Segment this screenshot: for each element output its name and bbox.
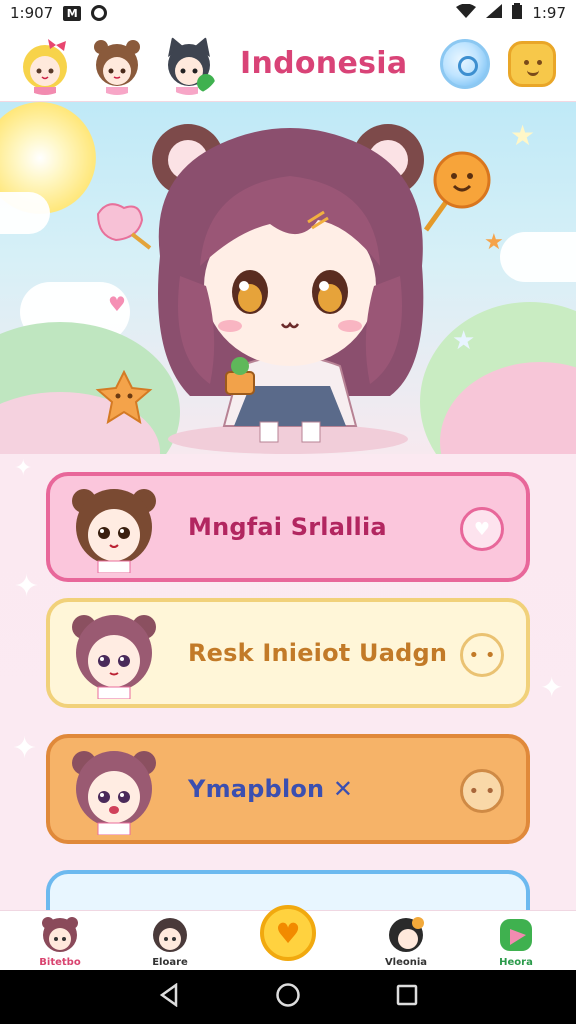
cloud-decoration [0, 192, 50, 234]
list-item[interactable] [46, 870, 530, 910]
girl-face-icon [150, 915, 190, 955]
app-title: Indonesia [240, 46, 408, 81]
list-item[interactable]: Ymapblon ✕ • • [46, 734, 530, 844]
avatar-cat-ear-girl[interactable] [158, 33, 220, 95]
wifi-icon [456, 3, 477, 22]
system-navigation-bar [0, 970, 576, 1024]
main-character-illustration [152, 124, 424, 443]
list-item-title: Mngfai Srlallia [188, 513, 387, 541]
recents-icon[interactable] [396, 984, 418, 1010]
bear-girl-icon [40, 915, 80, 955]
avatar-blonde-girl[interactable] [14, 33, 76, 95]
sparkle-decoration: ✦ [14, 569, 40, 604]
green-character-icon [496, 915, 536, 955]
heart-icon[interactable]: ♥ [460, 507, 504, 551]
home-icon[interactable] [275, 982, 301, 1012]
cookie-icon[interactable]: • • [460, 769, 504, 813]
list-item-title: Ymapblon ✕ [188, 775, 354, 803]
cookie-face-icon[interactable] [508, 41, 556, 87]
nav-label: Bitetbo [39, 957, 81, 968]
bubble-icon[interactable] [440, 39, 490, 89]
star-decoration: ★ [510, 119, 536, 152]
nav-label: Heora [499, 957, 533, 968]
status-time: 1:907 [10, 4, 54, 22]
character-avatar [68, 481, 160, 574]
nav-item-vleonia[interactable]: Vleonia [366, 915, 446, 968]
nav-label: Vleonia [384, 957, 428, 968]
nav-label: Eloare [152, 957, 188, 968]
signal-icon [486, 4, 503, 22]
list-item-title: Resk Inieiot Uadgn [188, 639, 448, 667]
nav-item-eloare[interactable]: Eloare [130, 915, 210, 968]
list-item[interactable]: Mngfai Srlallia ♥ [46, 472, 530, 582]
nav-item-bitetbo[interactable]: Bitetbo [20, 915, 100, 968]
cloud-decoration [500, 232, 576, 282]
character-avatar [68, 607, 160, 700]
sparkle-decoration: ✦ [12, 731, 38, 766]
bottom-navigation: Bitetbo Eloare ♥ Vleonia Heora [0, 905, 576, 970]
heart-home-button[interactable]: ♥ [260, 905, 316, 961]
sparkle-decoration: ✦ [540, 671, 564, 704]
dark-hair-girl-icon [386, 915, 426, 955]
battery-icon [512, 3, 523, 23]
back-icon[interactable] [158, 982, 180, 1011]
character-list: ✦ ✦ ✦ ✦ Mngfai Srlallia ♥ Resk Inieiot U… [0, 454, 576, 910]
status-time-right: 1:97 [532, 4, 566, 22]
nav-item-heora[interactable]: Heora [476, 915, 556, 968]
hero-banner: ★ ★ ★ ♥ [0, 102, 576, 454]
notification-box-icon: M [63, 5, 82, 21]
character-avatar [68, 743, 160, 836]
notification-circle-icon [91, 5, 108, 21]
heart-decoration: ♥ [108, 292, 126, 316]
status-bar: 1:907 M 1:97 [0, 0, 576, 26]
star-decoration: ★ [452, 326, 476, 356]
app-header: Indonesia [0, 26, 576, 102]
list-item[interactable]: Resk Inieiot Uadgn • • [46, 598, 530, 708]
smile-icon[interactable]: • • [460, 633, 504, 677]
sparkle-decoration: ✦ [14, 456, 33, 481]
avatar-brown-bear-girl[interactable] [86, 33, 148, 95]
